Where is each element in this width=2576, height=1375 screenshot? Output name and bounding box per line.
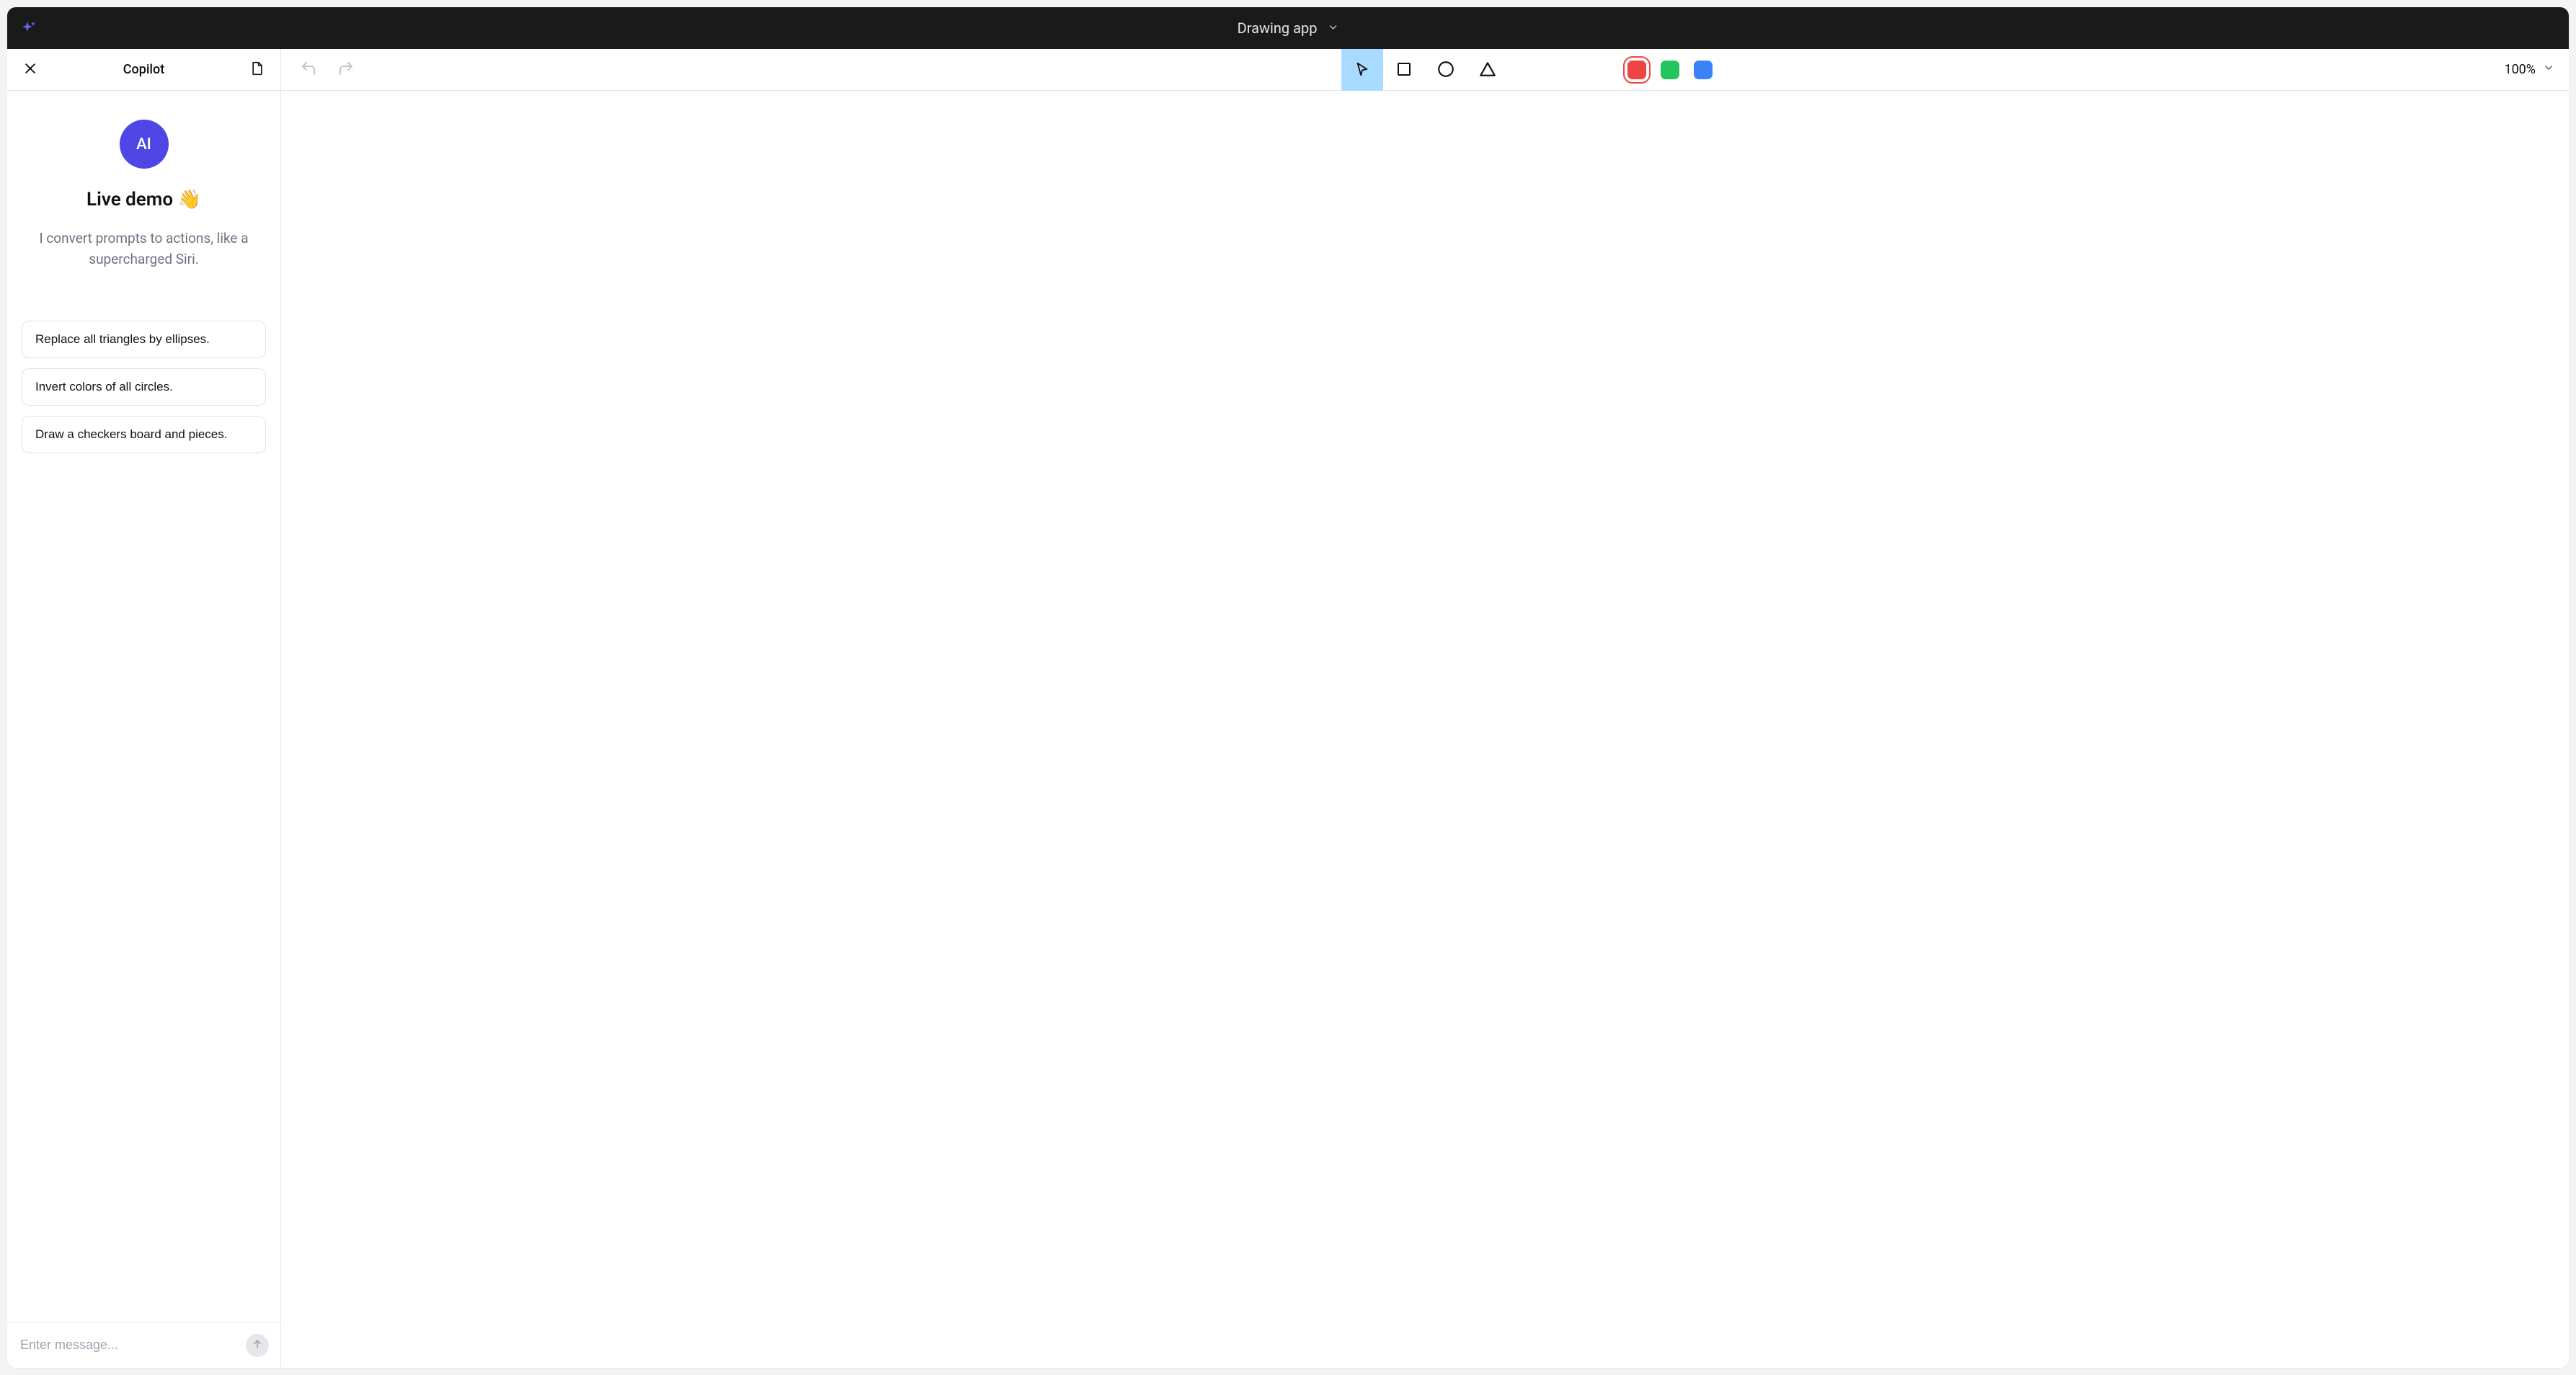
history-group: [281, 49, 363, 90]
document-icon: [250, 61, 265, 79]
triangle-tool[interactable]: [1467, 49, 1509, 91]
suggestion-item[interactable]: Replace all triangles by ellipses.: [22, 321, 266, 358]
redo-icon: [337, 60, 355, 79]
app-window: Drawing app Copilot: [7, 7, 2569, 1368]
canvas-area: 100%: [281, 49, 2569, 1368]
suggestion-item[interactable]: Draw a checkers board and pieces.: [22, 416, 266, 453]
circle-tool[interactable]: [1425, 49, 1467, 91]
pointer-icon: [1354, 61, 1370, 79]
ai-avatar-label: AI: [136, 135, 151, 153]
redo-button[interactable]: [329, 55, 363, 84]
color-swatch-green[interactable]: [1661, 61, 1679, 79]
zoom-control[interactable]: 100%: [2504, 49, 2569, 90]
sidebar-title: Copilot: [123, 62, 164, 77]
color-swatch-red[interactable]: [1627, 61, 1646, 79]
toolbar: 100%: [281, 49, 2569, 91]
message-input[interactable]: [20, 1338, 239, 1353]
circle-icon: [1436, 60, 1455, 81]
shape-tools-group: [1341, 49, 1509, 90]
welcome-description: I convert prompts to actions, like a sup…: [29, 228, 259, 270]
sidebar-header: Copilot: [7, 49, 280, 91]
chevron-down-icon: [1327, 19, 1338, 37]
color-swatch-blue[interactable]: [1694, 61, 1713, 79]
zoom-label: 100%: [2504, 62, 2536, 77]
triangle-icon: [1478, 60, 1497, 81]
app-title-dropdown[interactable]: Drawing app: [1238, 19, 1339, 37]
color-group: [1627, 49, 1713, 90]
app-title: Drawing app: [1238, 19, 1318, 37]
message-input-row: [7, 1322, 280, 1368]
drawing-canvas[interactable]: [281, 91, 2569, 1368]
title-bar: Drawing app: [7, 7, 2569, 49]
ai-avatar: AI: [120, 120, 169, 169]
welcome-title: Live demo 👋: [86, 189, 201, 210]
chevron-down-icon: [2543, 62, 2554, 77]
arrow-up-icon: [252, 1338, 263, 1352]
pointer-tool[interactable]: [1341, 49, 1383, 91]
undo-icon: [300, 60, 317, 79]
rectangle-tool[interactable]: [1383, 49, 1425, 91]
suggestion-item[interactable]: Invert colors of all circles.: [22, 368, 266, 406]
suggestion-list: Replace all triangles by ellipses. Inver…: [22, 321, 266, 453]
main-area: Copilot AI Live demo 👋 I convert prompts…: [7, 49, 2569, 1368]
close-button[interactable]: [20, 60, 40, 80]
undo-button[interactable]: [291, 55, 326, 84]
close-icon: [23, 61, 37, 78]
sidebar-body: AI Live demo 👋 I convert prompts to acti…: [7, 91, 280, 1322]
rectangle-icon: [1395, 61, 1413, 80]
sparkle-icon: [20, 19, 37, 37]
send-button[interactable]: [246, 1334, 269, 1357]
new-document-button[interactable]: [247, 60, 267, 80]
copilot-sidebar: Copilot AI Live demo 👋 I convert prompts…: [7, 49, 281, 1368]
